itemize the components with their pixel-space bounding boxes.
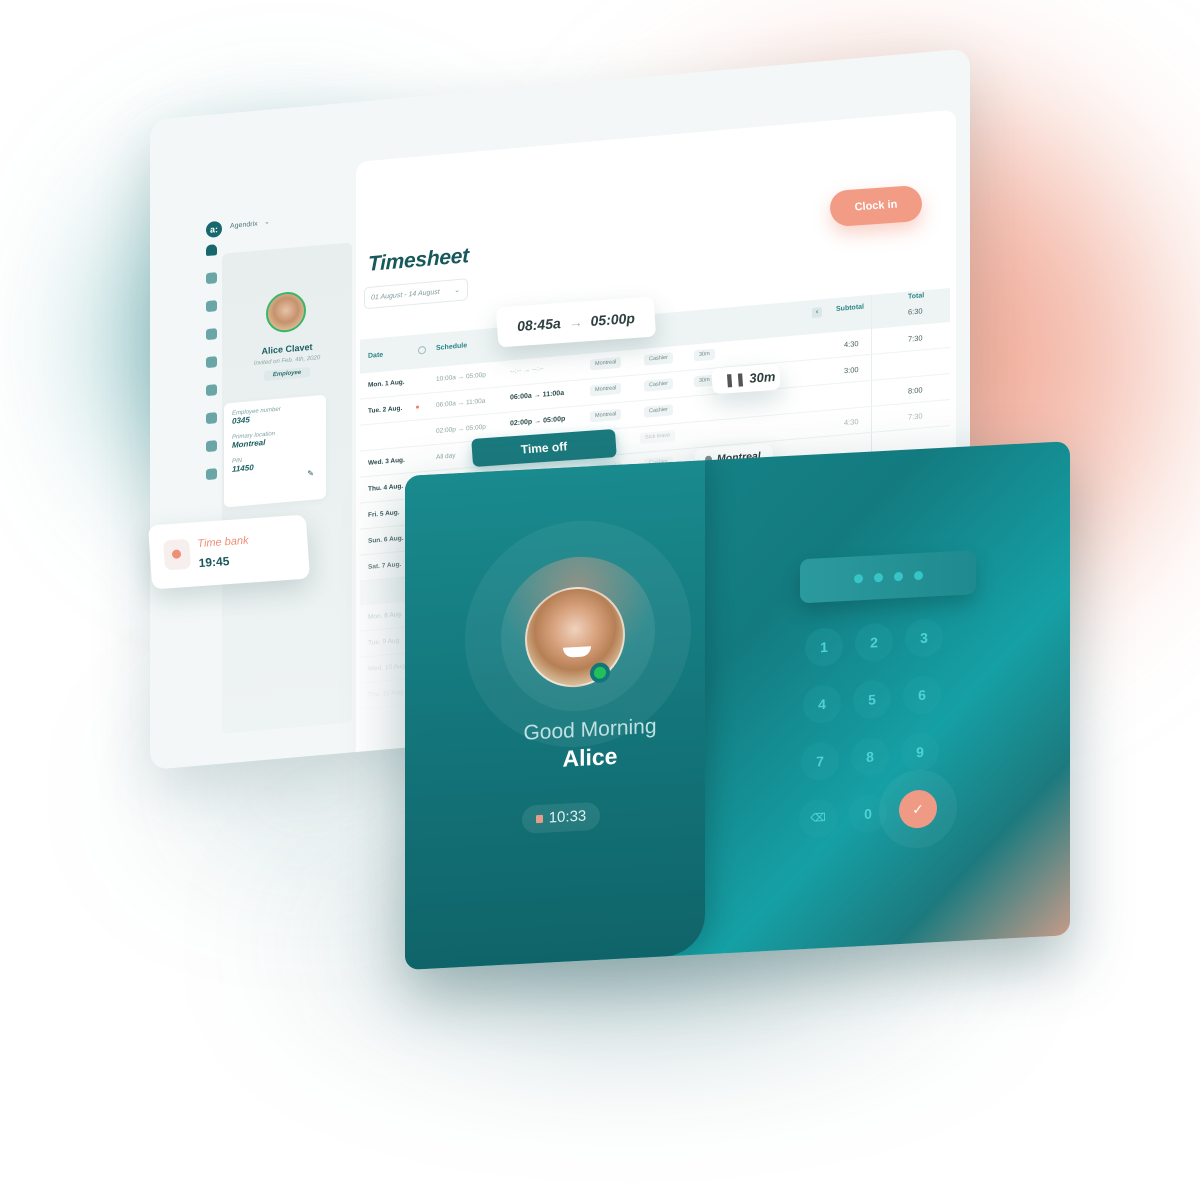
backspace-button[interactable]: ⌫ <box>799 798 837 839</box>
keypad: 1 2 3 4 5 6 7 8 9 ⌫ 0 ✓ <box>799 617 985 839</box>
collapse-left-button[interactable]: ‹ <box>812 307 822 319</box>
row-date: Thu. 11 Aug. <box>368 688 405 699</box>
clock-in-kiosk: Good Morning Alice 10:33 1 2 3 4 5 6 7 8 9 ⌫ 0 ✓ <box>405 441 1070 971</box>
row-actual-time: 02:00p → 05:00p <box>510 415 566 428</box>
date-range-value: 01 August - 14 August <box>371 288 440 302</box>
pin-input[interactable] <box>800 550 976 604</box>
keypad-key-6[interactable]: 6 <box>903 674 941 715</box>
column-date[interactable]: Date <box>368 352 383 360</box>
break-duration: 30m <box>748 368 776 386</box>
row-actual-time: 06:00a → 11:00a <box>510 389 565 402</box>
chevron-down-icon[interactable]: ⌄ <box>264 218 270 227</box>
lock-icon <box>535 814 543 824</box>
row-date: Tue. 2 Aug. <box>368 404 403 415</box>
lock-time-badge: 10:33 <box>522 801 600 834</box>
row-total: 7:30 <box>908 333 923 344</box>
info-icon[interactable] <box>418 345 426 355</box>
row-date: Mon. 1 Aug. <box>368 378 405 389</box>
schedule-icon[interactable] <box>205 272 217 285</box>
clock-in-button[interactable]: Clock in <box>828 184 924 228</box>
employee-info-card: Employee number 0345 Primary location Mo… <box>224 394 326 508</box>
chart-icon[interactable] <box>205 468 217 481</box>
keypad-key-0[interactable]: 0 <box>849 793 887 834</box>
row-date: Sat. 7 Aug. <box>368 561 402 571</box>
row-date: Tue. 9 Aug. <box>368 637 402 647</box>
avatar-detail <box>563 646 591 658</box>
current-time: 10:33 <box>548 807 587 827</box>
pause-icon: ❚❚ <box>723 370 750 388</box>
row-date: Thu. 4 Aug. <box>368 482 404 493</box>
keypad-key-1[interactable]: 1 <box>805 627 843 668</box>
keypad-key-4[interactable]: 4 <box>803 684 841 725</box>
megaphone-icon[interactable] <box>205 384 217 397</box>
tasks-icon[interactable] <box>205 328 217 341</box>
side-nav <box>198 244 224 481</box>
row-chip: Cashier <box>644 404 673 418</box>
row-chip: 30m <box>694 348 715 362</box>
time-bank-value: 19:45 <box>198 554 230 571</box>
brand-name[interactable]: Agendrix <box>230 221 258 230</box>
row-schedule: 10:00a → 05:00p <box>436 371 486 383</box>
profile-avatar <box>266 290 306 334</box>
row-chip: Montreal <box>590 408 622 423</box>
kiosk-greeting-panel: Good Morning Alice 10:33 <box>405 460 705 970</box>
pin-dot <box>893 571 903 581</box>
page-title: Timesheet <box>368 244 469 276</box>
pin-dot <box>853 573 863 583</box>
row-date: Sun. 6 Aug. <box>368 534 404 545</box>
keypad-key-7[interactable]: 7 <box>801 741 839 782</box>
row-subtotal: 4:30 <box>844 417 859 428</box>
alert-dot-icon <box>416 405 419 409</box>
break-card: ❚❚ 30m <box>711 363 781 395</box>
keypad-key-2[interactable]: 2 <box>855 622 893 663</box>
keypad-key-9[interactable]: 9 <box>901 732 939 773</box>
row-date: Wed. 3 Aug. <box>368 456 405 467</box>
row-total: 7:30 <box>908 411 923 422</box>
row-chip: Montreal <box>590 382 622 397</box>
column-schedule[interactable]: Schedule <box>436 342 467 352</box>
stage: a: Agendrix ⌄ ? Help Center 12 Alice Cla… <box>0 0 1200 1200</box>
role-badge: Employee <box>264 367 310 382</box>
clock-end-time: 05:00p <box>590 309 636 329</box>
row-actual-time: --:-- → --:-- <box>510 365 544 376</box>
row-schedule: All day <box>436 452 456 461</box>
row-chip: Sick leave <box>640 430 676 445</box>
edit-pencil-icon[interactable]: ✎ <box>307 469 314 479</box>
profile-panel: Alice Clavet Invited on Feb. 4th, 2020 E… <box>222 242 352 734</box>
pin-dot <box>913 570 923 580</box>
row-chip: Cashier <box>644 378 673 392</box>
row-chip: Cashier <box>644 352 673 366</box>
confirm-button[interactable]: ✓ <box>899 789 937 830</box>
row-date: Mon. 8 Aug. <box>368 610 403 621</box>
brand-logo[interactable]: a: <box>206 220 222 239</box>
teams-icon[interactable] <box>205 440 217 453</box>
employees-icon[interactable] <box>205 300 217 313</box>
keypad-key-8[interactable]: 8 <box>851 736 889 777</box>
column-subtotal[interactable]: Subtotal <box>836 304 864 313</box>
keypad-key-5[interactable]: 5 <box>853 679 891 720</box>
clock-start-time: 08:45a <box>516 315 562 335</box>
chevron-down-icon: ⌄ <box>454 286 460 295</box>
leaf-icon[interactable] <box>205 412 217 425</box>
chat-icon[interactable] <box>205 356 217 369</box>
home-icon[interactable] <box>205 244 217 257</box>
row-schedule: 02:00p → 05:00p <box>436 423 486 435</box>
header-total-value: 6:30 <box>908 306 923 317</box>
row-total: 8:00 <box>908 385 923 396</box>
row-subtotal: 4:30 <box>844 339 859 350</box>
time-bank-label: Time bank <box>196 534 249 551</box>
keypad-key-3[interactable]: 3 <box>905 617 943 658</box>
row-schedule: 06:00a → 11:00a <box>436 397 486 409</box>
row-date: Fri. 5 Aug. <box>368 509 400 519</box>
piggy-bank-icon <box>163 538 192 571</box>
row-chip: Montreal <box>590 356 622 371</box>
row-date: Wed. 10 Aug. <box>368 662 407 673</box>
date-range-select[interactable]: 01 August - 14 August ⌄ <box>364 278 468 310</box>
column-total[interactable]: Total <box>908 292 924 300</box>
arrow-icon: → <box>568 313 584 331</box>
time-bank-card: Time bank 19:45 <box>147 514 311 590</box>
row-subtotal: 3:00 <box>844 365 859 376</box>
pin-dot <box>873 572 883 582</box>
